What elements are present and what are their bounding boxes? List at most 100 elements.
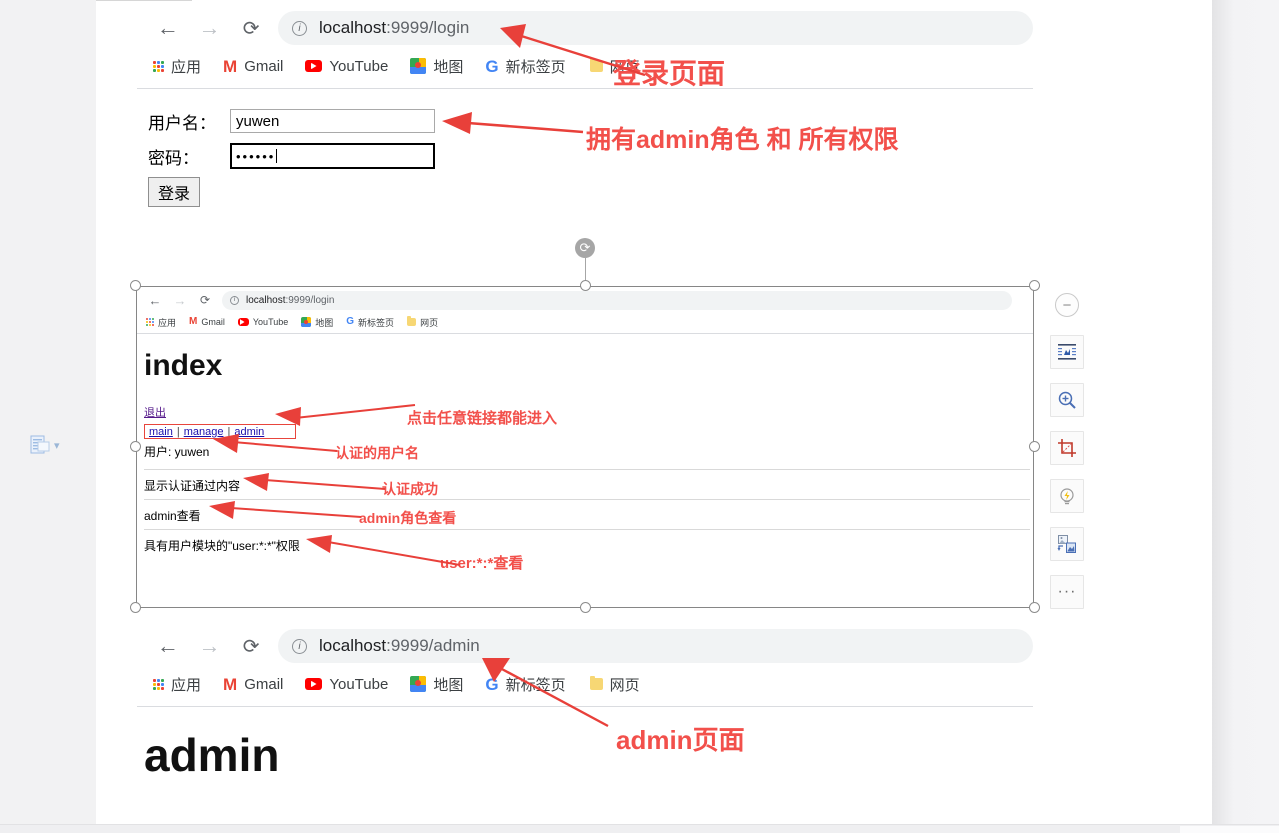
bookmark-label: 新标签页: [505, 58, 566, 76]
bookmark-youtube[interactable]: YouTube: [305, 58, 388, 75]
bookmark-newtab[interactable]: G 新标签页: [485, 56, 565, 77]
bookmarks-divider: [137, 333, 1033, 334]
nav-link-main[interactable]: main: [149, 426, 173, 438]
address-bar-url: localhost:9999/login: [319, 18, 470, 37]
bookmark-label: YouTube: [252, 317, 289, 327]
nav-link-manage[interactable]: manage: [184, 426, 224, 438]
reload-button[interactable]: ⟳: [234, 629, 268, 663]
crop-button[interactable]: [1050, 431, 1084, 465]
embedded-bookmarks-bar: 应用 M Gmail YouTube 地图 G 新标签页 网页: [137, 313, 1033, 331]
resize-handle-bottom-center[interactable]: [580, 602, 591, 613]
bookmark-folder-webpage[interactable]: 网页: [589, 674, 640, 695]
gmail-icon: M: [223, 674, 238, 694]
reload-button[interactable]: ⟳: [234, 11, 268, 45]
embedded-screenshot-content: ← → ⟳ i localhost:9999/login 应用 M Gmail …: [137, 287, 1033, 607]
bookmark-youtube[interactable]: YouTube: [305, 676, 388, 693]
back-button[interactable]: ←: [145, 290, 165, 310]
resize-handle-top-left[interactable]: [130, 280, 141, 291]
bookmarks-divider: [137, 706, 1033, 707]
resize-handle-top-right[interactable]: [1029, 280, 1040, 291]
bottom-browser-screenshot: ← → ⟳ i localhost:9999/admin 应用 M Gmail: [137, 622, 1033, 707]
bookmarks-divider: [137, 88, 1033, 89]
bookmark-label: 应用: [171, 676, 202, 694]
resize-handle-top-center[interactable]: [580, 280, 591, 291]
resize-handle-middle-right[interactable]: [1029, 441, 1040, 452]
bookmark-label: 新标签页: [505, 676, 566, 694]
bookmark-label: 应用: [171, 58, 202, 76]
address-bar[interactable]: i localhost:9999/login: [222, 290, 1012, 310]
top-browser-bookmarks-bar: 应用 M Gmail YouTube 地图 G 新标签页 网页: [137, 52, 1033, 80]
bookmark-label: 地图: [315, 317, 334, 328]
rotate-handle[interactable]: ⟳: [575, 238, 595, 258]
collapse-toolbar-button[interactable]: −: [1055, 293, 1079, 317]
document-canvas: ← → ⟳ i localhost:9999/login 应用 M Gmail: [0, 0, 1279, 833]
zoom-button[interactable]: [1050, 383, 1084, 417]
gmail-icon: M: [223, 56, 238, 76]
page-heading: index: [144, 349, 223, 382]
bookmark-maps[interactable]: 地图: [410, 56, 463, 77]
replace-image-icon: [1057, 535, 1076, 553]
content-row-auth: 显示认证通过内容: [144, 478, 241, 493]
address-bar[interactable]: i localhost:9999/login: [278, 11, 1033, 45]
folder-icon: [407, 316, 417, 326]
magnifier-plus-icon: [1058, 391, 1076, 409]
bookmark-gmail[interactable]: M Gmail: [223, 58, 283, 75]
google-icon: G: [346, 316, 355, 327]
nav-link-admin[interactable]: admin: [234, 426, 264, 438]
bookmark-label: YouTube: [329, 675, 389, 693]
bookmark-maps[interactable]: 地图: [410, 674, 463, 695]
bookmark-label: YouTube: [329, 57, 389, 75]
info-icon[interactable]: i: [292, 638, 308, 654]
resize-handle-bottom-left[interactable]: [130, 602, 141, 613]
bookmark-apps[interactable]: 应用: [146, 316, 176, 329]
forward-button[interactable]: →: [170, 290, 190, 310]
maps-icon: [410, 676, 427, 692]
youtube-icon: [237, 318, 249, 326]
login-submit-button[interactable]: 登录: [148, 177, 201, 207]
bookmark-maps[interactable]: 地图: [301, 316, 333, 329]
design-ideas-button[interactable]: [1050, 479, 1084, 513]
bookmark-newtab[interactable]: G 新标签页: [346, 316, 394, 329]
info-icon[interactable]: i: [292, 20, 308, 36]
back-button[interactable]: ←: [151, 629, 185, 663]
replace-image-button[interactable]: [1050, 527, 1084, 561]
bookmark-label: 网页: [609, 676, 640, 694]
resize-handle-middle-left[interactable]: [130, 441, 141, 452]
bookmark-apps[interactable]: 应用: [153, 56, 201, 77]
text-caret: [276, 149, 278, 163]
back-button[interactable]: ←: [151, 11, 185, 45]
embedded-page-body: index 退出 main | manage | admin 用户: yuwen…: [144, 349, 1030, 559]
content-row-permission: 具有用户模块的"user:*:*"权限: [144, 538, 300, 553]
paste-options-control[interactable]: ▾: [30, 434, 60, 456]
username-row: 用户名： yuwen: [148, 106, 608, 136]
chevron-down-icon[interactable]: ▾: [54, 439, 60, 452]
top-browser-screenshot: ← → ⟳ i localhost:9999/login 应用 M Gmail: [137, 4, 1033, 89]
username-label: 用户名：: [148, 113, 216, 133]
folder-icon: [589, 58, 603, 72]
logout-link[interactable]: 退出: [144, 407, 166, 419]
info-icon[interactable]: i: [230, 295, 239, 305]
lightbulb-icon: [1060, 488, 1074, 505]
bookmark-apps[interactable]: 应用: [153, 674, 201, 695]
address-bar[interactable]: i localhost:9999/admin: [278, 629, 1033, 663]
bookmark-gmail[interactable]: M Gmail: [189, 317, 225, 328]
resize-handle-bottom-right[interactable]: [1029, 602, 1040, 613]
embedded-image-selection[interactable]: ← → ⟳ i localhost:9999/login 应用 M Gmail …: [130, 238, 1040, 613]
right-gutter: [1212, 0, 1279, 833]
annotation-login-page: 登录页面: [613, 58, 726, 89]
forward-button[interactable]: →: [193, 629, 227, 663]
bookmark-folder-webpage[interactable]: 网页: [407, 316, 438, 329]
google-icon: G: [485, 674, 499, 694]
bookmark-label: 应用: [158, 317, 177, 328]
more-options-button[interactable]: ···: [1050, 575, 1084, 609]
layout-options-button[interactable]: [1050, 335, 1084, 369]
bookmark-gmail[interactable]: M Gmail: [223, 676, 283, 693]
username-input[interactable]: yuwen: [230, 109, 435, 133]
bookmark-label: 网页: [420, 317, 439, 328]
reload-button[interactable]: ⟳: [195, 290, 215, 310]
bookmark-newtab[interactable]: G 新标签页: [485, 674, 565, 695]
password-input[interactable]: ••••••: [230, 143, 435, 169]
bottom-strip-highlight: [1180, 826, 1279, 833]
bookmark-youtube[interactable]: YouTube: [237, 317, 289, 327]
forward-button[interactable]: →: [193, 11, 227, 45]
